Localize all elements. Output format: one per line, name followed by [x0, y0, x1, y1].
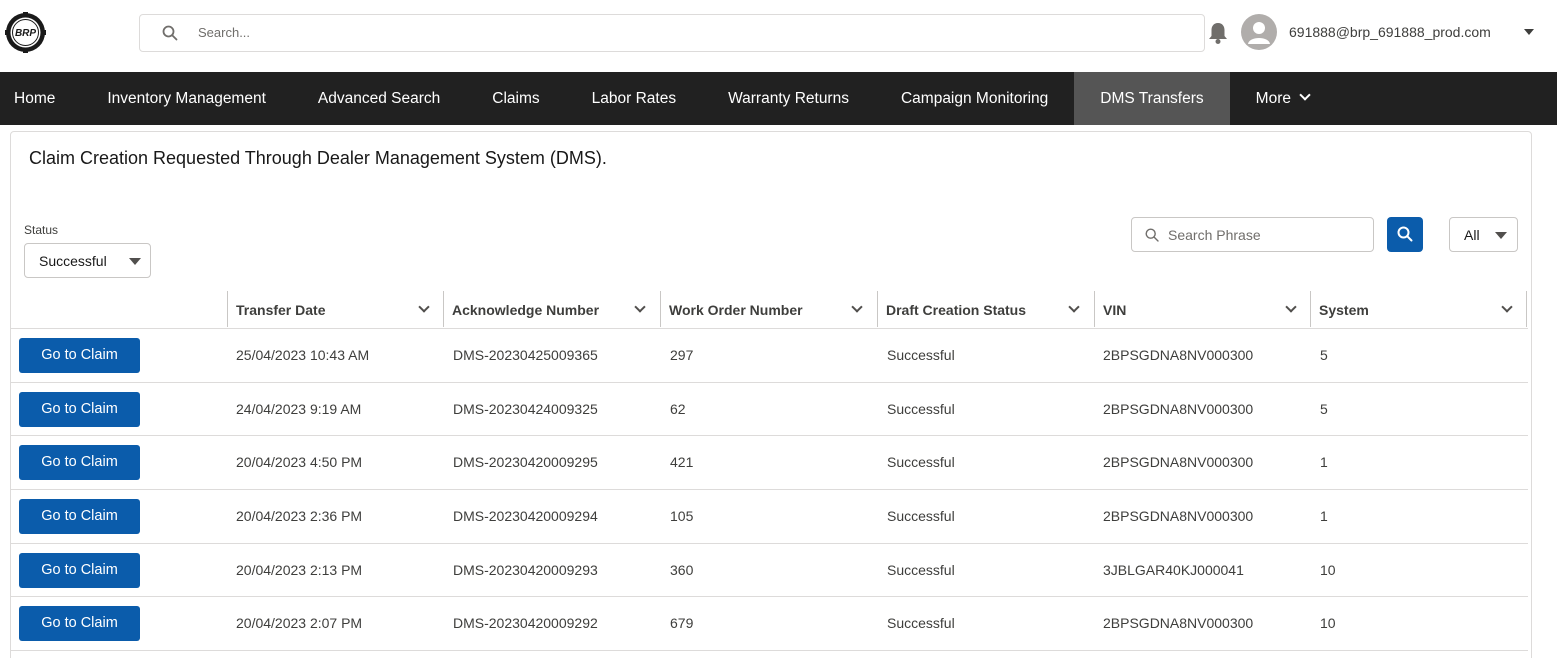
cell-system: 1 — [1320, 508, 1328, 525]
cell-draft-creation-status: Successful — [887, 400, 955, 417]
chevron-down-icon[interactable] — [1068, 301, 1080, 313]
cell-work-order-number: 360 — [670, 561, 694, 578]
caret-down-icon — [129, 258, 141, 265]
column-header-vin[interactable]: VIN — [1094, 291, 1311, 329]
cell-vin: 2BPSGDNA8NV000300 — [1103, 508, 1254, 525]
go-to-claim-button[interactable]: Go to Claim — [19, 445, 140, 481]
go-to-claim-button[interactable]: Go to Claim — [19, 606, 140, 642]
user-menu-caret-icon[interactable] — [1524, 29, 1534, 35]
page-title: Claim Creation Requested Through Dealer … — [29, 148, 607, 168]
cell-transfer-date: 20/04/2023 2:36 PM — [236, 508, 363, 525]
nav-item-claims[interactable]: Claims — [466, 72, 565, 125]
status-filter-label: Status — [24, 223, 59, 237]
cell-acknowledge-number: DMS-20230425009365 — [453, 347, 598, 363]
notification-bell-icon[interactable] — [1207, 21, 1229, 45]
search-icon — [162, 25, 178, 41]
cell-vin: 2BPSGDNA8NV000300 — [1103, 615, 1254, 632]
user-avatar[interactable] — [1241, 14, 1277, 50]
dms-transfers-table: Transfer Date Acknowledge Number Work Or… — [11, 291, 1528, 652]
cell-draft-creation-status: Successful — [887, 454, 955, 471]
filter-all-select[interactable]: All — [1449, 217, 1518, 252]
table-row: Go to Claim 20/04/2023 2:07 PM DMS-20230… — [11, 597, 1528, 652]
nav-item-more[interactable]: More — [1230, 72, 1335, 125]
nav-item-labor-rates[interactable]: Labor Rates — [566, 72, 702, 125]
cell-work-order-number: 62 — [670, 400, 686, 417]
cell-draft-creation-status: Successful — [887, 508, 955, 525]
cell-acknowledge-number: DMS-20230420009293 — [453, 561, 598, 578]
search-phrase-placeholder: Search Phrase — [1168, 227, 1261, 243]
cell-transfer-date: 20/04/2023 2:07 PM — [236, 615, 363, 632]
status-filter-value: Successful — [39, 253, 107, 269]
chevron-down-icon[interactable] — [1501, 301, 1513, 313]
cell-vin: 2BPSGDNA8NV000300 — [1103, 400, 1254, 417]
table-row: Go to Claim 24/04/2023 9:19 AM DMS-20230… — [11, 383, 1528, 437]
search-button[interactable] — [1387, 217, 1423, 252]
cell-draft-creation-status: Successful — [887, 347, 955, 363]
cell-transfer-date: 24/04/2023 9:19 AM — [236, 400, 362, 417]
cell-system: 5 — [1320, 400, 1328, 417]
svg-text:BRP: BRP — [15, 28, 36, 39]
go-to-claim-button[interactable]: Go to Claim — [19, 552, 140, 588]
nav-item-home[interactable]: Home — [0, 72, 81, 125]
column-header-draft-creation-status[interactable]: Draft Creation Status — [877, 291, 1094, 329]
nav-item-inventory-management[interactable]: Inventory Management — [81, 72, 292, 125]
user-email[interactable]: 691888@brp_691888_prod.com — [1289, 24, 1491, 40]
chevron-down-icon[interactable] — [851, 301, 863, 313]
go-to-claim-button[interactable]: Go to Claim — [19, 499, 140, 535]
nav-item-campaign-monitoring[interactable]: Campaign Monitoring — [875, 72, 1074, 125]
cell-transfer-date: 20/04/2023 2:13 PM — [236, 561, 363, 578]
column-header-system[interactable]: System — [1310, 291, 1527, 329]
status-filter-select[interactable]: Successful — [24, 243, 151, 278]
go-to-claim-button[interactable]: Go to Claim — [19, 391, 140, 427]
chevron-down-icon — [1299, 89, 1311, 101]
column-header-transfer-date[interactable]: Transfer Date — [227, 291, 444, 329]
cell-system: 10 — [1320, 615, 1336, 632]
cell-acknowledge-number: DMS-20230420009292 — [453, 615, 598, 632]
cell-vin: 2BPSGDNA8NV000300 — [1103, 454, 1254, 471]
cell-transfer-date: 20/04/2023 4:50 PM — [236, 454, 363, 471]
main-navigation: Home Inventory Management Advanced Searc… — [0, 72, 1557, 125]
cell-system: 5 — [1320, 347, 1328, 363]
filter-all-value: All — [1464, 227, 1480, 243]
caret-down-icon — [1495, 232, 1507, 239]
cell-acknowledge-number: DMS-20230420009295 — [453, 454, 598, 471]
cell-transfer-date: 25/04/2023 10:43 AM — [236, 347, 370, 363]
chevron-down-icon[interactable] — [418, 301, 430, 313]
brp-logo[interactable]: BRP — [5, 12, 46, 53]
search-phrase-input[interactable]: Search Phrase — [1131, 217, 1374, 252]
chevron-down-icon[interactable] — [1285, 301, 1297, 313]
cell-work-order-number: 679 — [670, 615, 694, 632]
cell-work-order-number: 105 — [670, 508, 694, 525]
table-row: Go to Claim 20/04/2023 2:36 PM DMS-20230… — [11, 490, 1528, 544]
cell-work-order-number: 297 — [670, 347, 694, 363]
cell-vin: 2BPSGDNA8NV000300 — [1103, 347, 1254, 363]
global-search-input[interactable]: Search... — [139, 14, 1205, 52]
cell-draft-creation-status: Successful — [887, 561, 955, 578]
table-header: Transfer Date Acknowledge Number Work Or… — [11, 291, 1528, 329]
cell-system: 1 — [1320, 454, 1328, 471]
table-row: Go to Claim 25/04/2023 10:43 AM DMS-2023… — [11, 329, 1528, 383]
cell-work-order-number: 421 — [670, 454, 694, 471]
cell-acknowledge-number: DMS-20230420009294 — [453, 508, 598, 525]
nav-item-advanced-search[interactable]: Advanced Search — [292, 72, 466, 125]
nav-item-warranty-returns[interactable]: Warranty Returns — [702, 72, 875, 125]
column-header-work-order-number[interactable]: Work Order Number — [660, 291, 877, 329]
nav-item-dms-transfers[interactable]: DMS Transfers — [1074, 72, 1230, 125]
go-to-claim-button[interactable]: Go to Claim — [19, 338, 140, 373]
table-row: Go to Claim 20/04/2023 4:50 PM DMS-20230… — [11, 436, 1528, 491]
cell-acknowledge-number: DMS-20230424009325 — [453, 400, 598, 417]
table-row: Go to Claim 20/04/2023 2:13 PM DMS-20230… — [11, 544, 1528, 598]
chevron-down-icon[interactable] — [634, 301, 646, 313]
dms-transfers-card: Claim Creation Requested Through Dealer … — [10, 131, 1532, 658]
cell-draft-creation-status: Successful — [887, 615, 955, 632]
global-header: BRP Search... 691888@brp_691888_prod.com — [0, 0, 1557, 72]
search-icon — [1397, 226, 1413, 242]
search-placeholder: Search... — [198, 25, 251, 40]
search-icon — [1145, 228, 1159, 242]
cell-vin: 3JBLGAR40KJ000041 — [1103, 561, 1244, 578]
cell-system: 10 — [1320, 561, 1336, 578]
column-header-acknowledge-number[interactable]: Acknowledge Number — [443, 291, 660, 329]
